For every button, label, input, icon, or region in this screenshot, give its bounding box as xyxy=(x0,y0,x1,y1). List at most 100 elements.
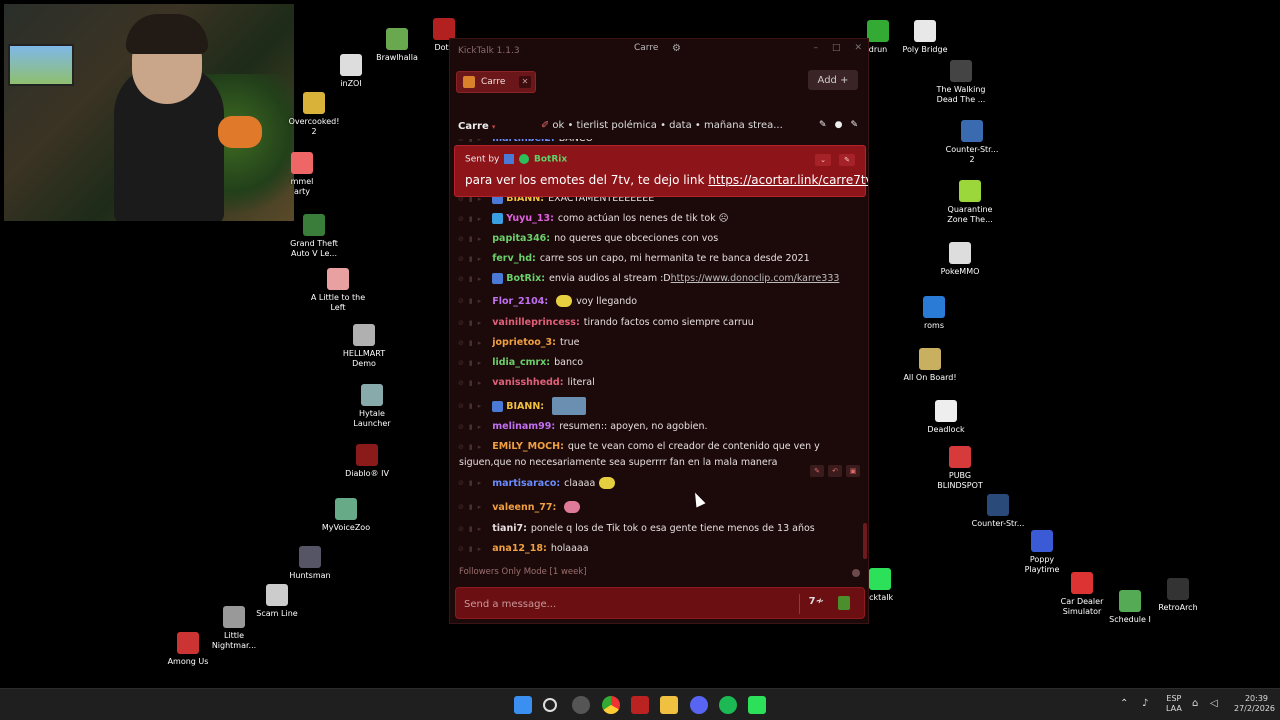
chat-username[interactable]: BIANN: xyxy=(506,401,544,412)
gear-icon[interactable]: ⚙ xyxy=(672,43,681,54)
mod-actions-icon[interactable]: ⊘▮▸ xyxy=(458,215,486,223)
chat-message[interactable]: ⊘▮▸ Yuyu_13: como actúan los nenes de tik … xyxy=(458,213,863,224)
chat-username[interactable]: martinbei2: xyxy=(492,139,554,144)
desktop-icon[interactable]: inZOI xyxy=(311,54,391,89)
mod-actions-icon[interactable]: ⊘▮▸ xyxy=(458,297,486,305)
desktop-icon[interactable]: Among Us xyxy=(148,632,228,667)
windows-start-icon[interactable] xyxy=(514,696,532,714)
mod-actions-icon[interactable]: ⊘▮▸ xyxy=(458,443,486,451)
desktop-icon[interactable]: Poly Bridge xyxy=(885,20,965,55)
close-icon[interactable]: ✕ xyxy=(854,43,862,53)
kick-emote-icon[interactable] xyxy=(838,596,850,610)
pinned-topics[interactable]: ✐ ok • tierlist polémica • data • mañana … xyxy=(538,120,783,131)
microphone-icon[interactable]: ♪ xyxy=(1142,698,1148,709)
mod-actions-icon[interactable]: ⊘▮▸ xyxy=(458,339,486,347)
chat-username[interactable]: valeenn_77: xyxy=(492,502,556,513)
pin-list-icon[interactable]: ✎ xyxy=(850,120,858,130)
add-channel-button[interactable]: Add + xyxy=(808,70,858,90)
chat-username[interactable]: Flor_2104: xyxy=(492,296,548,307)
maximize-icon[interactable]: □ xyxy=(832,43,841,53)
desktop-icon[interactable]: MyVoiceZoo xyxy=(306,498,386,533)
desktop-icon[interactable]: The Walking Dead The ... xyxy=(921,60,1001,105)
desktop-icon[interactable]: RetroArch xyxy=(1138,578,1218,613)
mod-actions-icon[interactable]: ⊘▮▸ xyxy=(458,423,486,431)
discord-icon[interactable] xyxy=(690,696,708,714)
chat-message[interactable]: ⊘▮▸ tiani7: ponele q los de Tik tok o esa … xyxy=(458,523,863,534)
chat-username[interactable]: tiani7: xyxy=(492,523,527,534)
file-explorer-icon[interactable] xyxy=(660,696,678,714)
tray-chevron-icon[interactable]: ⌃ xyxy=(1120,698,1128,709)
mod-actions-icon[interactable]: ⊘▮▸ xyxy=(458,139,486,143)
pin-message-icon[interactable]: ✎ xyxy=(810,465,824,477)
mod-actions-icon[interactable]: ⊘▮▸ xyxy=(458,379,486,387)
chat-username[interactable]: vainilleprincess: xyxy=(492,317,580,328)
desktop-icon[interactable]: PUBG BLINDSPOT xyxy=(920,446,1000,491)
title-channel-tab[interactable]: Carre xyxy=(634,43,658,53)
delete-icon[interactable]: ▣ xyxy=(846,465,860,477)
desktop-icon[interactable]: Overcooked! 2 xyxy=(274,92,354,137)
chat-message[interactable]: ⊘▮▸ EMiLY_MOCH: que te vean como el creado… xyxy=(458,441,863,452)
close-tab-icon[interactable]: ✕ xyxy=(519,76,531,88)
chat-message[interactable]: ⊘▮▸ BotRix: envia audios al stream :D http… xyxy=(458,273,863,284)
minimize-icon[interactable]: – xyxy=(813,43,818,53)
mod-actions-icon[interactable]: ⊘▮▸ xyxy=(458,503,486,511)
network-icon[interactable]: ⌂ xyxy=(1192,698,1198,709)
clock[interactable]: 20:39 27/2/2026 xyxy=(1234,694,1275,714)
channel-name[interactable]: Carre ▾ xyxy=(458,121,495,132)
chat-username[interactable]: lidia_cmrx: xyxy=(492,357,550,368)
chat-username[interactable]: BotRix: xyxy=(506,273,545,284)
chat-message[interactable]: ⊘▮▸ joprietoo_3: true xyxy=(458,337,863,348)
mod-actions-icon[interactable]: ⊘▮▸ xyxy=(458,402,486,410)
chat-message[interactable]: ⊘▮▸ melinam99: resumen:: apoyen, no agobie… xyxy=(458,421,863,432)
chat-message[interactable]: ⊘▮▸ ana12_18: holaaaa xyxy=(458,543,863,554)
chat-scrollbar[interactable] xyxy=(863,523,867,559)
chat-message[interactable]: ⊘▮▸ BIANN: xyxy=(458,397,863,415)
chat-username[interactable]: EMiLY_MOCH: xyxy=(492,441,564,452)
desktop-icon[interactable]: Counter-Str... 2 xyxy=(932,120,1012,165)
chat-link[interactable]: https://www.donoclip.com/karre333 xyxy=(671,273,840,284)
chat-message[interactable]: ⊘▮▸ vainilleprincess: tirando factos como … xyxy=(458,317,863,328)
chat-message[interactable]: ⊘▮▸ valeenn_77: xyxy=(458,501,863,513)
user-icon[interactable]: ● xyxy=(835,120,843,130)
mod-actions-icon[interactable]: ⊘▮▸ xyxy=(458,525,486,533)
mod-actions-icon[interactable]: ⊘▮▸ xyxy=(458,545,486,553)
desktop-icon[interactable]: Hytale Launcher xyxy=(332,384,412,429)
unpin-icon[interactable]: ✎ xyxy=(839,154,855,166)
7tv-emote-icon[interactable]: 7≁ xyxy=(809,596,824,607)
chat-username[interactable]: martisaraco: xyxy=(492,478,560,489)
desktop-icon[interactable]: mmel arty xyxy=(262,152,342,197)
reply-icon[interactable]: ↶ xyxy=(828,465,842,477)
expand-icon[interactable]: ⌄ xyxy=(815,154,831,166)
chat-message[interactable]: ⊘▮▸ papita346: no queres que obceciones co… xyxy=(458,233,863,244)
chat-message[interactable]: ⊘▮▸ martinbei2: BANCO xyxy=(458,139,863,144)
desktop-icon[interactable]: Poppy Playtime xyxy=(1002,530,1082,575)
chat-message[interactable]: ⊘▮▸ martisaraco: claaaa xyxy=(458,477,863,489)
info-icon[interactable] xyxy=(852,569,860,577)
search-icon[interactable] xyxy=(543,698,557,712)
mod-actions-icon[interactable]: ⊘▮▸ xyxy=(458,275,486,283)
desktop-icon[interactable]: A Little to the Left xyxy=(298,268,378,313)
language-indicator[interactable]: ESP LAA xyxy=(1166,694,1182,714)
chat-username[interactable]: joprietoo_3: xyxy=(492,337,556,348)
chat-feed[interactable]: ⊘▮▸martinbei2:BANCO⊘▮▸BIANN:EXACTAMENTEE… xyxy=(450,139,868,563)
chat-message[interactable]: ⊘▮▸ vanisshhedd: literal xyxy=(458,377,863,388)
chat-username[interactable]: Yuyu_13: xyxy=(506,213,554,224)
desktop-icon[interactable]: Grand Theft Auto V Le... xyxy=(274,214,354,259)
mod-actions-icon[interactable]: ⊘▮▸ xyxy=(458,479,486,487)
chat-username[interactable]: vanisshhedd: xyxy=(492,377,563,388)
desktop-icon[interactable]: Quarantine Zone The... xyxy=(930,180,1010,225)
desktop-icon[interactable]: All On Board! xyxy=(890,348,970,383)
message-input[interactable] xyxy=(464,595,784,613)
pinned-link[interactable]: https://acortar.link/carre7tv xyxy=(708,173,868,187)
mod-actions-icon[interactable]: ⊘▮▸ xyxy=(458,255,486,263)
spotify-icon[interactable] xyxy=(719,696,737,714)
mod-actions-icon[interactable]: ⊘▮▸ xyxy=(458,235,486,243)
desktop-icon[interactable]: Diablo® IV xyxy=(327,444,407,479)
chat-username[interactable]: ana12_18: xyxy=(492,543,547,554)
desktop-icon[interactable]: Huntsman xyxy=(270,546,350,581)
chat-message[interactable]: ⊘▮▸ Flor_2104: voy llegando xyxy=(458,295,863,307)
pin-icon[interactable]: ✎ xyxy=(819,120,827,130)
mod-actions-icon[interactable]: ⊘▮▸ xyxy=(458,359,486,367)
mod-actions-icon[interactable]: ⊘▮▸ xyxy=(458,319,486,327)
volume-icon[interactable]: ◁ xyxy=(1210,698,1218,709)
